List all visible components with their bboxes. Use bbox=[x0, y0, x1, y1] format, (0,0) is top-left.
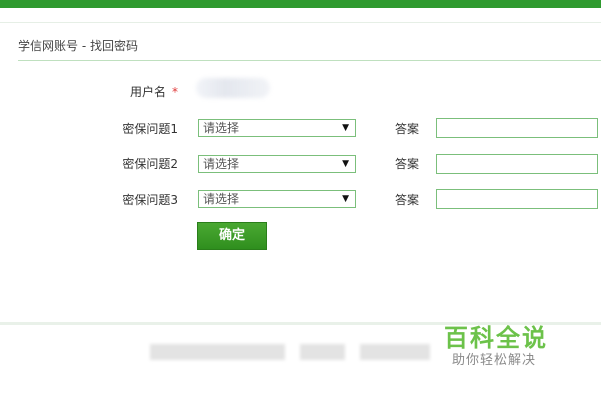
watermark-logo: 百科全说 助你轻松解决 bbox=[426, 318, 586, 374]
title-divider bbox=[18, 60, 601, 61]
footer-text-blurred bbox=[300, 344, 345, 360]
question3-select-value: 请选择 bbox=[203, 192, 240, 206]
question1-select[interactable]: 请选择 ▼ bbox=[198, 119, 356, 137]
answer1-label: 答案 bbox=[395, 122, 420, 136]
top-brand-bar bbox=[0, 0, 601, 8]
answer1-input[interactable] bbox=[436, 118, 598, 138]
dropdown-arrow-icon: ▼ bbox=[342, 123, 349, 133]
answer3-label: 答案 bbox=[395, 193, 420, 207]
confirm-button[interactable]: 确定 bbox=[197, 222, 267, 250]
header-divider bbox=[0, 22, 601, 23]
question1-label: 密保问题1 bbox=[122, 122, 178, 136]
answer2-input[interactable] bbox=[436, 154, 598, 174]
answer3-input[interactable] bbox=[436, 189, 598, 209]
dropdown-arrow-icon: ▼ bbox=[342, 159, 349, 169]
question2-select[interactable]: 请选择 ▼ bbox=[198, 155, 356, 173]
question3-select[interactable]: 请选择 ▼ bbox=[198, 190, 356, 208]
question2-label: 密保问题2 bbox=[122, 157, 178, 171]
question3-label: 密保问题3 bbox=[122, 193, 178, 207]
username-label-group: 用户名 * bbox=[58, 83, 178, 100]
watermark-subtitle: 助你轻松解决 bbox=[452, 353, 537, 368]
username-value-masked bbox=[196, 78, 270, 98]
page-title: 学信网账号 - 找回密码 bbox=[18, 39, 138, 53]
required-mark: * bbox=[172, 85, 178, 99]
question1-select-value: 请选择 bbox=[203, 121, 240, 135]
dropdown-arrow-icon: ▼ bbox=[342, 194, 349, 204]
username-label: 用户名 bbox=[129, 85, 166, 99]
answer2-label: 答案 bbox=[395, 157, 420, 171]
footer-text-blurred bbox=[360, 344, 430, 360]
watermark-title: 百科全说 bbox=[444, 324, 548, 352]
footer-text-blurred bbox=[150, 344, 285, 360]
question2-select-value: 请选择 bbox=[203, 157, 240, 171]
